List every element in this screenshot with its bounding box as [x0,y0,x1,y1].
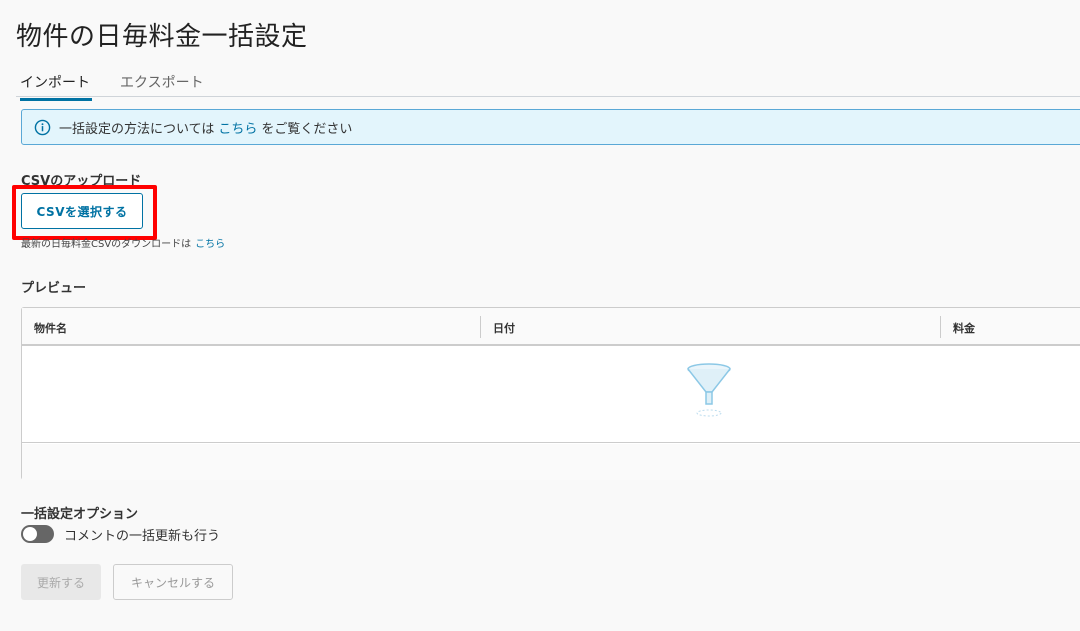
update-button[interactable]: 更新する [21,564,101,600]
tab-export[interactable]: エクスポート [120,72,204,99]
toggle-label: コメントの一括更新も行う [64,529,221,544]
download-note: 最新の日毎料金CSVのダウンロードは こちら [21,235,225,250]
comment-update-toggle[interactable] [21,525,54,543]
bulk-options-title: 一括設定オプション [21,507,139,522]
grid-header: 物件名 日付 料金 [22,308,1080,346]
preview-grid: 物件名 日付 料金 [21,307,1080,480]
column-header-date[interactable]: 日付 [493,320,515,336]
preview-label: プレビュー [21,281,87,296]
tab-import[interactable]: インポート [20,72,92,101]
page-title: 物件の日毎料金一括設定 [16,22,308,52]
cancel-button[interactable]: キャンセルする [113,564,233,600]
column-header-price[interactable]: 料金 [953,320,975,336]
grid-footer [22,444,1080,480]
grid-body [22,348,1080,443]
download-note-text: 最新の日毎料金CSVのダウンロードは [21,239,192,250]
column-separator[interactable] [940,316,941,338]
funnel-icon [687,363,731,417]
info-alert: 一括設定の方法については こちら をご覧ください [21,109,1080,145]
tab-bar: インポート エクスポート [16,62,1080,101]
alert-text-before: 一括設定の方法については [59,121,215,137]
toggle-knob [23,527,37,541]
alert-link[interactable]: こちら [218,118,257,137]
download-link[interactable]: こちら [195,239,225,250]
info-icon [34,119,51,135]
alert-text-after: をご覧ください [261,121,353,137]
column-header-property-name[interactable]: 物件名 [34,320,67,336]
column-separator[interactable] [480,316,481,338]
csv-upload-label: CSVのアップロード [21,174,142,189]
select-csv-button[interactable]: CSVを選択する [21,193,143,229]
